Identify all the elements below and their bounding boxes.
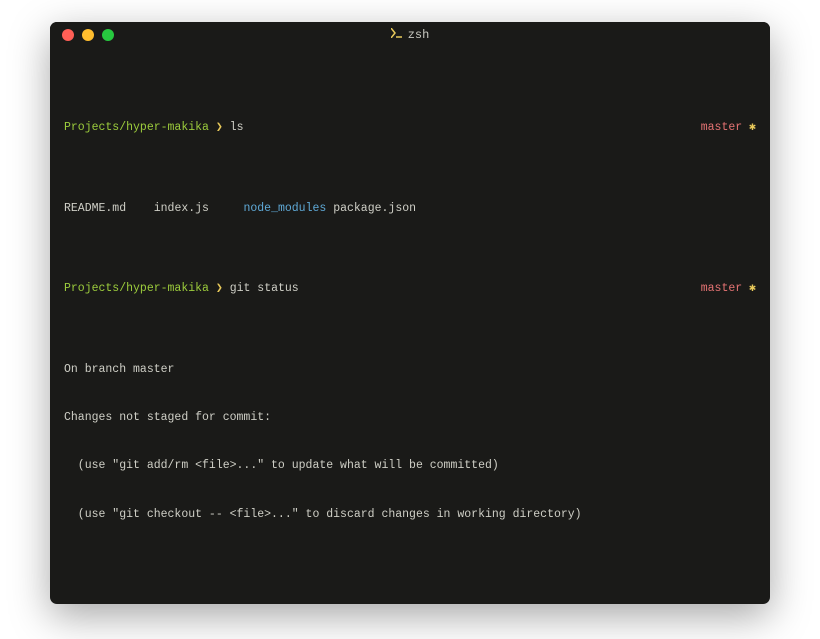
dirty-star-icon: ✱ <box>749 282 756 295</box>
command-text: ls <box>230 121 244 134</box>
file-index: index.js <box>154 202 209 215</box>
branch-name: master <box>701 282 742 295</box>
status-not-staged: Changes not staged for commit: <box>64 410 756 426</box>
branch-name: master <box>701 121 742 134</box>
terminal-body[interactable]: Projects/hyper-makika ❯ ls master ✱ READ… <box>50 48 770 604</box>
dir-node-modules: node_modules <box>243 202 326 215</box>
window-title: zsh <box>50 27 770 44</box>
command-text: git status <box>230 282 299 295</box>
file-package: package.json <box>333 202 416 215</box>
shell-icon <box>391 27 402 44</box>
status-branch: On branch master <box>64 362 756 378</box>
window-title-text: zsh <box>408 27 430 44</box>
status-modified: modified: README.md <box>64 603 756 604</box>
titlebar: zsh <box>50 22 770 48</box>
prompt-line: Projects/hyper-makika ❯ ls master ✱ <box>64 120 756 136</box>
status-hint: (use "git add/rm <file>..." to update wh… <box>64 458 756 474</box>
file-readme: README.md <box>64 202 126 215</box>
prompt-symbol: ❯ <box>216 121 223 134</box>
prompt-path: Projects/hyper-makika <box>64 282 209 295</box>
minimize-icon[interactable] <box>82 29 94 41</box>
status-hint: (use "git checkout -- <file>..." to disc… <box>64 507 756 523</box>
prompt-line: Projects/hyper-makika ❯ git status maste… <box>64 281 756 297</box>
traffic-lights <box>50 29 114 41</box>
terminal-window: zsh Projects/hyper-makika ❯ ls master ✱ … <box>50 22 770 604</box>
ls-output: README.md index.js node_modules package.… <box>64 201 756 217</box>
prompt-symbol: ❯ <box>216 282 223 295</box>
zoom-icon[interactable] <box>102 29 114 41</box>
blank-line <box>64 555 756 571</box>
close-icon[interactable] <box>62 29 74 41</box>
prompt-path: Projects/hyper-makika <box>64 121 209 134</box>
dirty-star-icon: ✱ <box>749 121 756 134</box>
